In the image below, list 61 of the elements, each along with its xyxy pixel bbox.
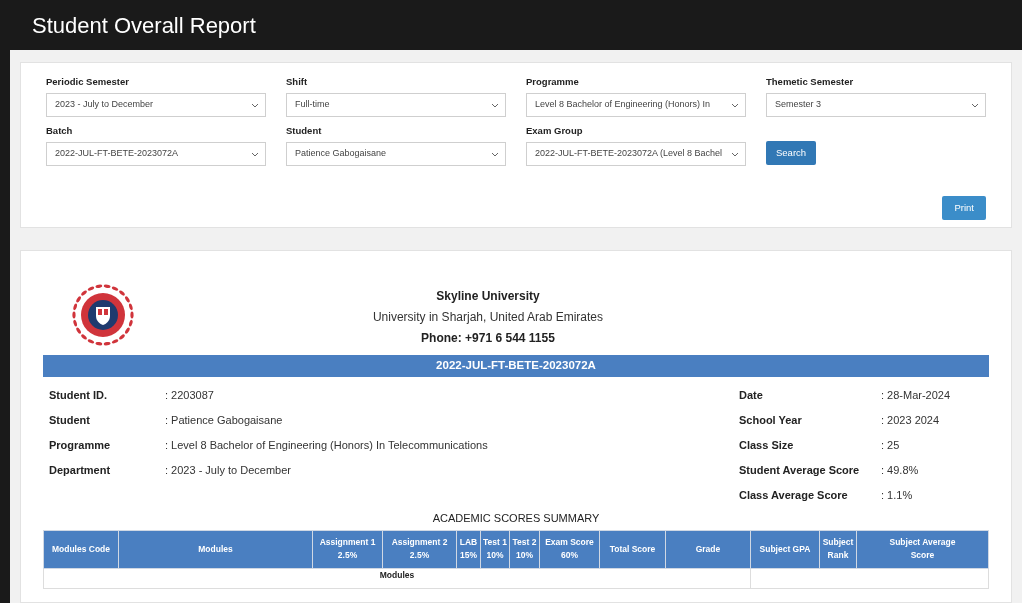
field-label: Batch	[46, 125, 74, 137]
column-header: Subject GPA	[750, 530, 820, 568]
chevron-down-icon	[251, 102, 259, 108]
column-header: Modules Code	[43, 530, 119, 568]
info-label: Class Size	[739, 438, 795, 454]
batch-banner: 2022-JUL-FT-BETE-2023072A	[43, 355, 989, 377]
info-value: : 49.8%	[881, 463, 920, 479]
dropdown-field[interactable]: 2022-JUL-FT-BETE-2023072A	[46, 142, 266, 166]
column-header: Modules	[118, 530, 313, 568]
info-label: Student	[49, 413, 91, 429]
column-header: LAB 15%	[456, 530, 481, 568]
field-label: Themetic Semester	[766, 76, 855, 88]
chevron-down-icon	[731, 151, 739, 157]
info-value: : 1.1%	[881, 488, 914, 504]
summary-title: ACADEMIC SCORES SUMMARY	[432, 511, 600, 526]
info-label: Student Average Score	[739, 463, 861, 479]
search-button[interactable]: Search	[766, 141, 817, 165]
info-value: : Level 8 Bachelor of Engineering (Honors) In Telecommunications	[165, 438, 488, 454]
column-header: Assignment 1 2.5%	[312, 530, 383, 568]
chevron-down-icon	[731, 102, 739, 108]
column-header: Grade	[665, 530, 751, 568]
column-header: Subject Average Score	[856, 530, 989, 568]
info-value: : 25	[881, 438, 901, 454]
info-value: : 2023 2024	[881, 413, 941, 429]
info-value: : 2023 - July to December	[165, 463, 291, 479]
info-label: Student ID.	[49, 388, 109, 404]
column-header: Test 2 10%	[509, 530, 540, 568]
column-header: Assignment 2 2.5%	[382, 530, 457, 568]
chevron-down-icon	[971, 102, 979, 108]
table-cell: Modules	[43, 568, 751, 588]
chevron-down-icon	[491, 102, 499, 108]
university-name: Skyline University	[436, 288, 540, 305]
info-label: Class Average Score	[739, 488, 849, 504]
info-label: Department	[49, 463, 112, 479]
info-label: School Year	[739, 413, 803, 429]
column-header: Subject Rank	[819, 530, 857, 568]
field-label: Student	[286, 125, 323, 137]
dropdown-field[interactable]: 2022-JUL-FT-BETE-2023072A (Level 8 Bachel	[526, 142, 746, 166]
info-label: Programme	[49, 438, 112, 454]
page-title: Student Overall Report	[32, 11, 256, 40]
field-label: Exam Group	[526, 125, 584, 137]
field-label: Programme	[526, 76, 580, 88]
info-label: Date	[739, 388, 764, 404]
dropdown-field[interactable]: 2023 - July to December	[46, 93, 266, 117]
university-location: University in Sharjah, United Arab Emirates	[372, 309, 604, 326]
info-value: : 2203087	[165, 388, 214, 404]
dropdown-field[interactable]: Semester 3	[766, 93, 986, 117]
chevron-down-icon	[251, 151, 259, 157]
dropdown-field[interactable]: Full-time	[286, 93, 506, 117]
field-label: Shift	[286, 76, 309, 88]
column-header: Exam Score 60%	[539, 530, 600, 568]
dropdown-field[interactable]: Level 8 Bachelor of Engineering (Honors) In	[526, 93, 746, 117]
dropdown-field[interactable]: Patience Gabogaisane	[286, 142, 506, 166]
university-phone: Phone: +971 6 544 1155	[421, 330, 555, 347]
column-header: Test 1 10%	[480, 530, 510, 568]
chevron-down-icon	[491, 151, 499, 157]
column-header: Total Score	[599, 530, 666, 568]
info-value: : Patience Gabogaisane	[165, 413, 283, 429]
field-label: Periodic Semester	[46, 76, 130, 88]
info-value: : 28-Mar-2024	[881, 388, 952, 404]
print-button[interactable]: Print	[942, 196, 986, 220]
